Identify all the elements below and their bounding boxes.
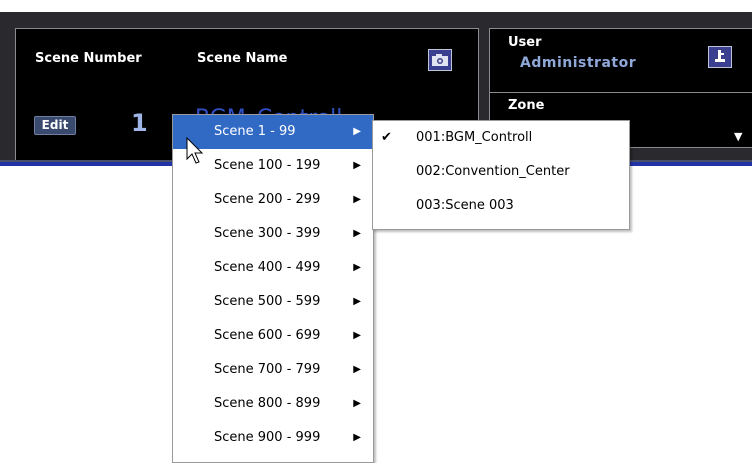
camera-icon — [432, 54, 448, 66]
user-label: User — [508, 35, 542, 50]
mouse-cursor-icon — [186, 137, 204, 164]
scene-name-label: Scene Name — [197, 51, 288, 66]
zone-label: Zone — [508, 98, 545, 113]
submenu-item-001[interactable]: ✔ 001:BGM_Controll — [373, 121, 629, 155]
chevron-right-icon: ▶ — [353, 194, 361, 205]
chevron-right-icon: ▶ — [353, 262, 361, 273]
chevron-right-icon: ▶ — [353, 398, 361, 409]
scene-number-label: Scene Number — [35, 51, 142, 66]
menu-item-scene-800-899[interactable]: Scene 800 - 899 ▶ — [173, 387, 373, 421]
menu-item-scene-300-399[interactable]: Scene 300 - 399 ▶ — [173, 217, 373, 251]
menu-item-scene-600-699[interactable]: Scene 600 - 699 ▶ — [173, 319, 373, 353]
chevron-right-icon: ▶ — [353, 296, 361, 307]
chevron-right-icon: ▶ — [353, 330, 361, 341]
user-key-button[interactable] — [708, 46, 732, 68]
chevron-right-icon: ▶ — [353, 364, 361, 375]
submenu-item-003[interactable]: 003:Scene 003 — [373, 189, 629, 223]
chevron-right-icon: ▶ — [353, 126, 361, 137]
menu-item-scene-900-999[interactable]: Scene 900 - 999 ▶ — [173, 421, 373, 455]
chevron-right-icon: ▶ — [353, 160, 361, 171]
check-icon: ✔ — [381, 130, 392, 145]
user-value: Administrator — [520, 55, 637, 71]
user-panel: User Administrator — [489, 28, 752, 94]
top-strip — [0, 0, 752, 12]
scene-number-value: 1 — [131, 109, 148, 137]
menu-item-scene-700-799[interactable]: Scene 700 - 799 ▶ — [173, 353, 373, 387]
submenu-item-002[interactable]: 002:Convention_Center — [373, 155, 629, 189]
menu-item-scene-200-299[interactable]: Scene 200 - 299 ▶ — [173, 183, 373, 217]
scene-submenu: ✔ 001:BGM_Controll 002:Convention_Center … — [372, 120, 630, 230]
menu-item-scene-500-599[interactable]: Scene 500 - 599 ▶ — [173, 285, 373, 319]
key-icon — [715, 50, 725, 62]
chevron-right-icon: ▶ — [353, 228, 361, 239]
edit-button[interactable]: Edit — [34, 116, 76, 135]
camera-button[interactable] — [428, 49, 452, 71]
chevron-right-icon: ▶ — [353, 432, 361, 443]
chevron-down-icon[interactable]: ▼ — [734, 130, 742, 143]
menu-item-scene-400-499[interactable]: Scene 400 - 499 ▶ — [173, 251, 373, 285]
